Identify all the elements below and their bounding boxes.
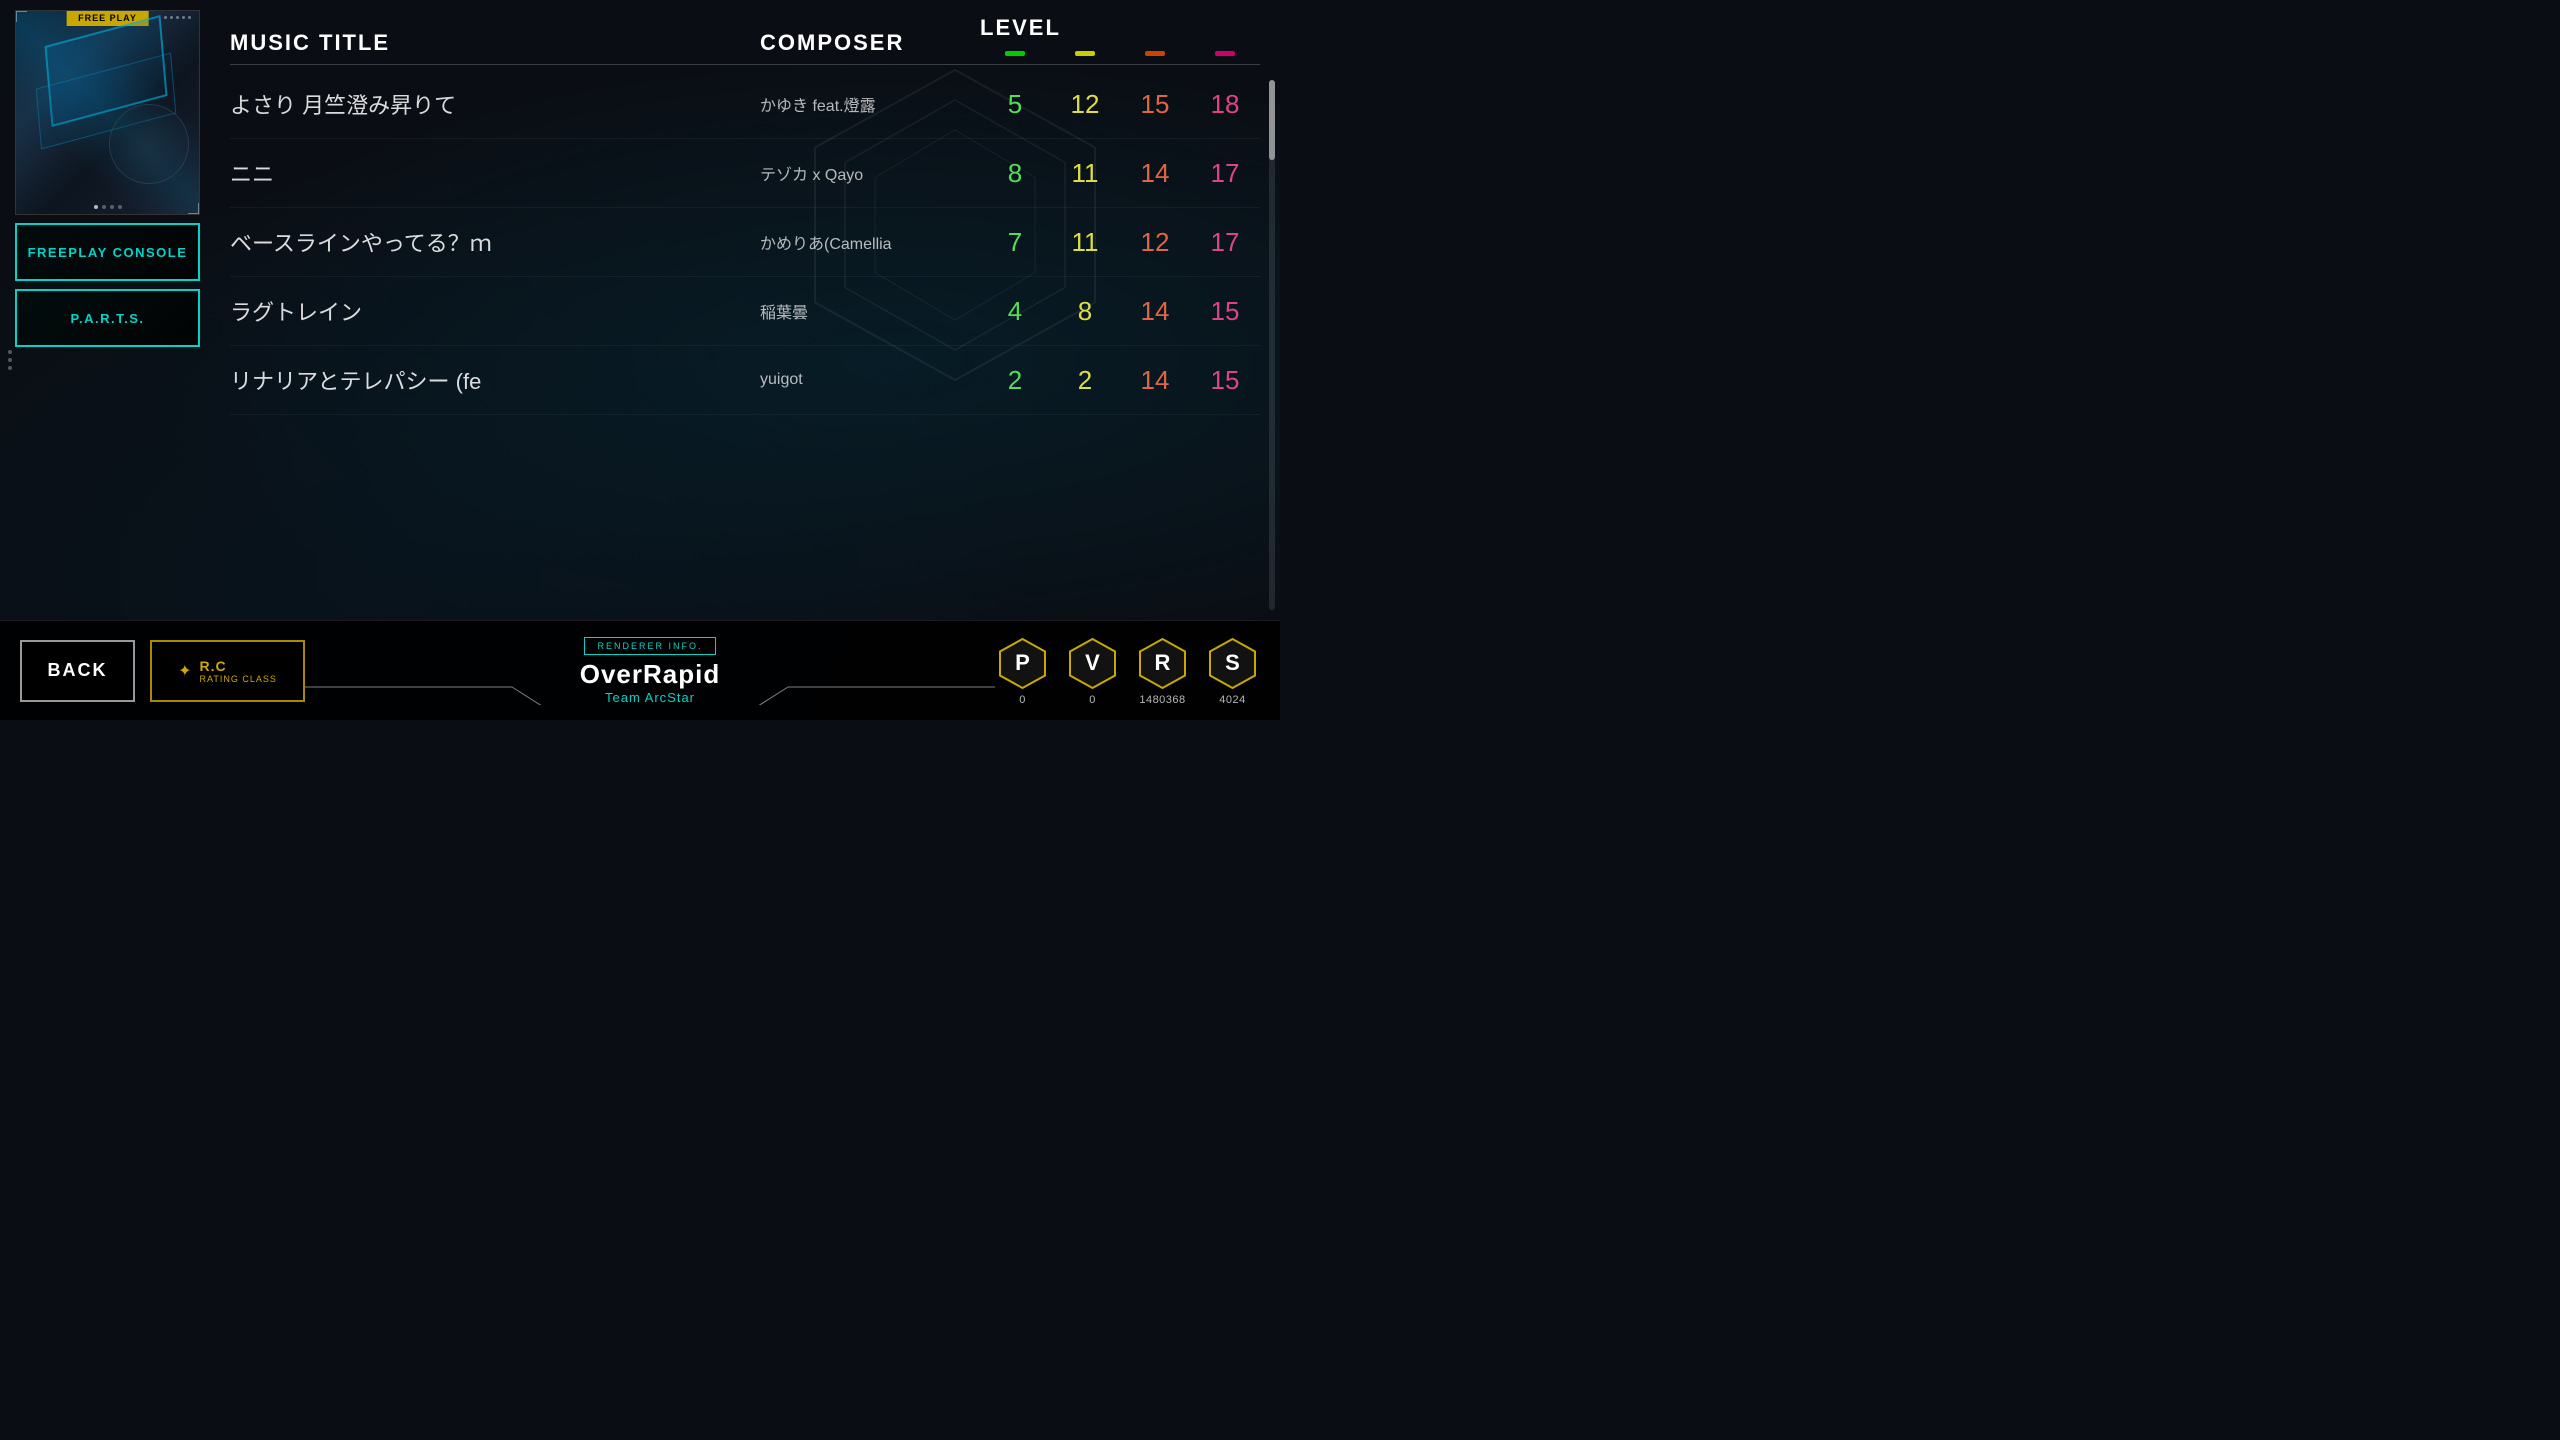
level-extreme: 17 <box>1195 227 1255 258</box>
center-info: RENDERER INFO. OverRapid Team ArcStar <box>580 637 721 705</box>
rc-icon: ✦ <box>178 661 191 681</box>
score-badge-v: V 0 <box>1065 636 1120 706</box>
level-easy: 4 <box>985 296 1045 327</box>
parts-button[interactable]: P.A.R.T.S. <box>15 289 200 347</box>
music-item[interactable]: ニニ テゾカ x Qayo 8 11 14 17 <box>230 139 1260 208</box>
composer-header: COMPOSER <box>760 30 980 56</box>
level-hard: 14 <box>1125 365 1185 396</box>
music-item-title: よさり 月竺澄み昇りて <box>230 88 760 120</box>
music-item-levels: 5 12 15 18 <box>980 89 1260 120</box>
extreme-indicator <box>1215 51 1235 56</box>
music-item[interactable]: ベースラインやってる？ｍ かめりあ(Camellia 7 11 12 17 <box>230 208 1260 277</box>
music-item[interactable]: リナリアとテレパシー (fe yuigot 2 2 14 15 <box>230 346 1260 415</box>
music-item-composer: かゆき feat.燈露 <box>760 92 980 116</box>
level-normal: 8 <box>1055 296 1115 327</box>
level-extreme: 17 <box>1195 158 1255 189</box>
level-hard: 15 <box>1125 89 1185 120</box>
right-panel: MUSIC TITLE COMPOSER LEVEL よさり 月竺澄み昇りて か… <box>205 0 1280 620</box>
music-item-levels: 2 2 14 15 <box>980 365 1260 396</box>
music-item-title: ニニ <box>230 157 760 189</box>
music-item-levels: 8 11 14 17 <box>980 158 1260 189</box>
badge-hex: P <box>995 636 1050 691</box>
easy-indicator <box>1005 51 1025 56</box>
badge-score: 0 <box>1019 694 1026 706</box>
list-header: MUSIC TITLE COMPOSER LEVEL <box>230 15 1260 65</box>
score-badge-p: P 0 <box>995 636 1050 706</box>
level-easy: 7 <box>985 227 1045 258</box>
level-extreme: 18 <box>1195 89 1255 120</box>
badge-letter: S <box>1225 650 1240 676</box>
badge-letter: P <box>1015 650 1030 676</box>
score-badge-r: R 1480368 <box>1135 636 1190 706</box>
music-item-levels: 7 11 12 17 <box>980 227 1260 258</box>
badge-letter: V <box>1085 650 1100 676</box>
music-item-title: ベースラインやってる？ｍ <box>230 226 760 258</box>
music-item-composer: かめりあ(Camellia <box>760 230 980 254</box>
music-item-composer: 稲葉曇 <box>760 299 980 323</box>
badge-hex: V <box>1065 636 1120 691</box>
bottom-bar: BACK ✦ R.C RATING CLASS RENDERER INFO. O… <box>0 620 1280 720</box>
music-title-header: MUSIC TITLE <box>230 30 760 56</box>
level-easy: 2 <box>985 365 1045 396</box>
center-area: RENDERER INFO. OverRapid Team ArcStar <box>305 637 995 705</box>
badge-score: 4024 <box>1219 694 1245 706</box>
freeplay-console-button[interactable]: FREEPLAY CONSOLE <box>15 223 200 281</box>
badge-letter: R <box>1155 650 1171 676</box>
level-hard: 14 <box>1125 158 1185 189</box>
badge-score: 1480368 <box>1139 694 1185 706</box>
hard-indicator <box>1145 51 1165 56</box>
rating-class-button[interactable]: ✦ R.C RATING CLASS <box>150 640 305 702</box>
album-art: FREE PLAY <box>15 10 200 215</box>
back-button[interactable]: BACK <box>20 640 135 702</box>
normal-indicator <box>1075 51 1095 56</box>
level-extreme: 15 <box>1195 365 1255 396</box>
music-item-title: リナリアとテレパシー (fe <box>230 364 760 396</box>
badge-hex: R <box>1135 636 1190 691</box>
music-item[interactable]: よさり 月竺澄み昇りて かゆき feat.燈露 5 12 15 18 <box>230 70 1260 139</box>
level-normal: 12 <box>1055 89 1115 120</box>
music-item-title: ラグトレイン <box>230 295 760 327</box>
level-header: LEVEL <box>980 15 1260 41</box>
music-item-levels: 4 8 14 15 <box>980 296 1260 327</box>
music-item[interactable]: ラグトレイン 稲葉曇 4 8 14 15 <box>230 277 1260 346</box>
badge-hex: S <box>1205 636 1260 691</box>
level-normal: 11 <box>1055 227 1115 258</box>
music-item-composer: テゾカ x Qayo <box>760 161 980 185</box>
level-normal: 11 <box>1055 158 1115 189</box>
level-hard: 14 <box>1125 296 1185 327</box>
level-indicators <box>980 47 1260 56</box>
level-normal: 2 <box>1055 365 1115 396</box>
level-hard: 12 <box>1125 227 1185 258</box>
score-badge-s: S 4024 <box>1205 636 1260 706</box>
level-extreme: 15 <box>1195 296 1255 327</box>
badge-score: 0 <box>1089 694 1096 706</box>
level-easy: 5 <box>985 89 1045 120</box>
score-badges: P 0 V 0 R 1480368 S 4024 <box>995 636 1260 706</box>
left-panel: FREE PLAY FREEPLAY CONSOLE <box>0 0 205 620</box>
rc-text: R.C RATING CLASS <box>200 658 277 684</box>
level-easy: 8 <box>985 158 1045 189</box>
music-list: よさり 月竺澄み昇りて かゆき feat.燈露 5 12 15 18 ニニ テゾ… <box>230 70 1260 610</box>
music-item-composer: yuigot <box>760 371 980 389</box>
